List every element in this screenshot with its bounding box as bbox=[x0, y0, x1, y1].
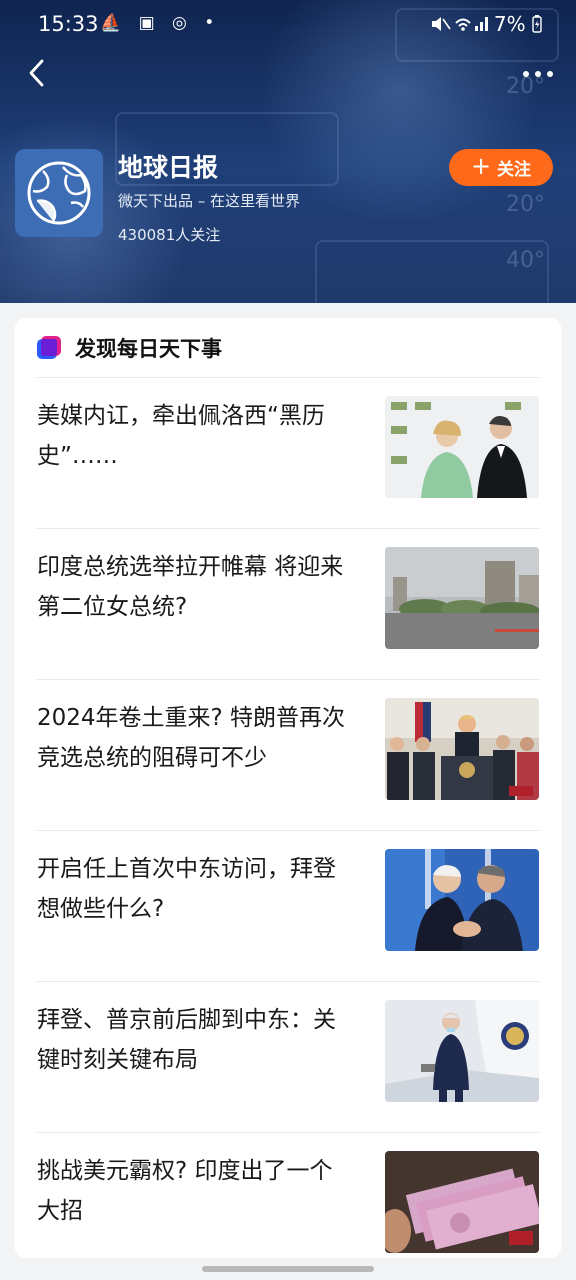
status-time: 15:33 bbox=[38, 12, 99, 36]
divider bbox=[37, 981, 539, 982]
news-thumbnail bbox=[385, 1000, 539, 1102]
channel-logo bbox=[15, 149, 103, 237]
status-bar: 15:33 ⛵ ▣ ◎ • 7% bbox=[0, 0, 576, 48]
notification-icons: ⛵ ▣ ◎ • bbox=[100, 13, 221, 33]
divider bbox=[37, 679, 539, 680]
news-title: 2024年卷土重来? 特朗普再次竞选总统的阻碍可不少 bbox=[37, 705, 346, 771]
plus-icon: + bbox=[470, 152, 492, 180]
divider bbox=[37, 528, 539, 529]
channel-subtitle: 微天下出品 – 在这里看世界 bbox=[118, 192, 301, 210]
news-title: 拜登、普京前后脚到中东：关键时刻关键布局 bbox=[37, 1007, 336, 1073]
more-dots-icon bbox=[523, 71, 553, 77]
home-indicator[interactable] bbox=[202, 1266, 374, 1272]
globe-icon bbox=[27, 161, 91, 225]
divider bbox=[37, 1132, 539, 1133]
news-title: 印度总统选举拉开帷幕 将迎来第二位女总统? bbox=[37, 554, 344, 620]
news-thumbnail bbox=[385, 396, 539, 498]
more-button[interactable] bbox=[518, 60, 558, 88]
news-title: 挑战美元霸权? 印度出了一个大招 bbox=[37, 1158, 333, 1224]
follower-count: 430081人关注 bbox=[118, 226, 221, 244]
divider bbox=[37, 830, 539, 831]
channel-header: 20° 20° 40° 15:33 ⛵ ▣ ◎ • 7% 地球日报 微天下出品 … bbox=[0, 0, 576, 303]
news-card: 发现每日天下事 美媒内讧，牵出佩洛西“黑历史”…… 印度总统选举拉开帷幕 将迎来… bbox=[15, 318, 561, 1258]
news-thumbnail bbox=[385, 698, 539, 800]
news-thumbnail bbox=[385, 1151, 539, 1253]
section-title: 发现每日天下事 bbox=[75, 337, 222, 361]
channel-name: 地球日报 bbox=[118, 153, 219, 182]
news-thumbnail bbox=[385, 849, 539, 951]
divider bbox=[37, 377, 539, 378]
follow-label: 关注 bbox=[497, 160, 532, 180]
battery-icon bbox=[532, 15, 542, 33]
news-title: 美媒内讧，牵出佩洛西“黑历史”…… bbox=[37, 403, 325, 469]
chevron-left-icon bbox=[29, 59, 44, 87]
section-icon bbox=[37, 336, 61, 359]
battery-text: 7% bbox=[493, 12, 526, 36]
header-deco-number: 20° bbox=[506, 192, 545, 217]
follow-button[interactable]: + 关注 bbox=[449, 149, 553, 186]
header-deco-number: 40° bbox=[506, 248, 545, 273]
status-right: 7% bbox=[430, 12, 542, 36]
signal-icons bbox=[431, 17, 488, 31]
news-title: 开启任上首次中东访问，拜登想做些什么? bbox=[37, 856, 336, 922]
news-thumbnail bbox=[385, 547, 539, 649]
back-button[interactable] bbox=[22, 56, 58, 92]
